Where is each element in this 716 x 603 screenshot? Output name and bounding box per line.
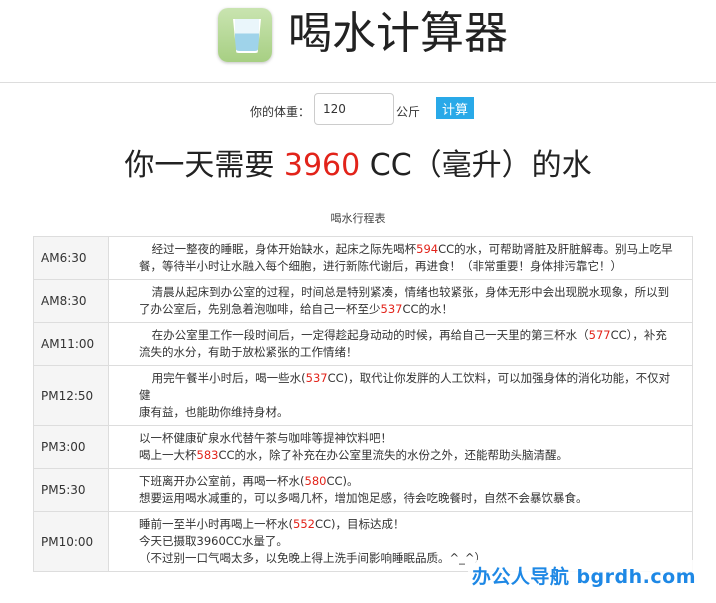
unit-label: 公斤 <box>396 105 421 119</box>
description-line: 康有益，也能助你维持身材。 <box>139 404 678 421</box>
weight-form: 你的体重： 公斤 计算 <box>0 93 716 127</box>
description-line: 喝上一大杯583CC的水，除了补充在办公室里流失的水份之外，还能帮助头脑清醒。 <box>139 447 678 464</box>
schedule-time: AM6:30 <box>33 236 109 280</box>
description-text: CC），补充 <box>610 328 667 342</box>
schedule-time: PM5:30 <box>33 468 109 512</box>
schedule-row: PM12:50 用完午餐半小时后，喝一些水(537CC)，取代让你发胖的人工饮料，… <box>33 365 693 426</box>
description-text: 以一杯健康矿泉水代替午茶与咖啡等提神饮料吧！ <box>139 431 392 445</box>
schedule-row: PM3:00 以一杯健康矿泉水代替午茶与咖啡等提神饮料吧！ 喝上一大杯583CC的水… <box>33 425 693 469</box>
schedule-row: AM11:00 在办公室里工作一段时间后，一定得趁起身动动的时候，再给自己一天里的… <box>33 322 693 366</box>
water-amount: 552 <box>293 517 315 531</box>
description-text: 下班离开办公室前，再喝一杯水( <box>139 474 305 488</box>
description-line: 以一杯健康矿泉水代替午茶与咖啡等提神饮料吧！ <box>139 430 678 447</box>
description-line: 睡前一至半小时再喝上一杯水(552CC)，目标达成！ <box>139 516 678 533</box>
description-text: 康有益，也能助你维持身材。 <box>139 405 289 419</box>
schedule-row: AM6:30 经过一整夜的睡眠，身体开始缺水，起床之际先喝杯594CC的水，可帮助… <box>33 236 693 280</box>
description-line: 餐，等待半小时让水融入每个细胞，进行新陈代谢后，再进食！（非常重要！身体排污靠它… <box>139 258 678 275</box>
schedule-title: 喝水行程表 <box>330 212 386 225</box>
water-amount: 580 <box>304 474 327 488</box>
schedule-description: 经过一整夜的睡眠，身体开始缺水，起床之际先喝杯594CC的水，可帮助肾脏及肝脏解… <box>108 236 693 280</box>
water-glass-icon <box>218 8 272 62</box>
description-line: 流失的水分，有助于放松紧张的工作情绪！ <box>139 344 678 361</box>
description-text: 在办公室里工作一段时间后，一定得趁起身动动的时候，再给自己一天里的第三杯水（ <box>151 328 589 342</box>
app-header: 喝水计算器 <box>0 0 716 83</box>
result-prefix: 你一天需要 <box>124 148 284 183</box>
weight-label: 你的体重： <box>250 105 311 119</box>
description-text: 睡前一至半小时再喝上一杯水( <box>139 517 293 531</box>
calculate-button[interactable]: 计算 <box>436 97 474 119</box>
description-line: 用完午餐半小时后，喝一些水(537CC)，取代让你发胖的人工饮料，可以加强身体的… <box>139 370 678 404</box>
description-text: 用完午餐半小时后，喝一些水( <box>151 371 306 385</box>
water-amount: 577 <box>588 328 611 342</box>
schedule-description: 以一杯健康矿泉水代替午茶与咖啡等提神饮料吧！ 喝上一大杯583CC的水，除了补充在… <box>108 425 693 469</box>
description-text: 喝上一大杯 <box>139 448 197 462</box>
schedule-table: AM6:30 经过一整夜的睡眠，身体开始缺水，起床之际先喝杯594CC的水，可帮助… <box>33 236 693 572</box>
description-line: 清晨从起床到办公室的过程，时间总是特别紧凑，情绪也较紧张，身体无形中会出现脱水现… <box>139 284 678 301</box>
watermark: 办公人导航 bgrdh.com <box>467 560 700 591</box>
result-amount: 3960 <box>283 148 361 183</box>
water-amount: 594 <box>416 242 439 256</box>
description-text: 了办公室后，先别急着泡咖啡，给自己一杯至少 <box>139 302 381 316</box>
description-text: CC的水，可帮助肾脏及肝脏解毒。别马上吃早 <box>438 242 673 256</box>
schedule-description: 用完午餐半小时后，喝一些水(537CC)，取代让你发胖的人工饮料，可以加强身体的… <box>108 365 693 426</box>
description-line: 在办公室里工作一段时间后，一定得趁起身动动的时候，再给自己一天里的第三杯水（57… <box>139 327 678 344</box>
description-text: 流失的水分，有助于放松紧张的工作情绪！ <box>139 345 358 359</box>
weight-input[interactable] <box>314 93 394 125</box>
description-line: 想要运用喝水减重的，可以多喝几杯，增加饱足感，待会吃晚餐时，自然不会暴饮暴食。 <box>139 490 678 507</box>
description-line: 今天已摄取3960CC水量了。 <box>139 533 678 550</box>
water-amount: 583 <box>196 448 219 462</box>
schedule-time: PM10:00 <box>33 511 109 572</box>
description-text: 餐，等待半小时让水融入每个细胞，进行新陈代谢后，再进食！（非常重要！身体排污靠它… <box>139 259 622 273</box>
description-text: CC的水，除了补充在办公室里流失的水份之外，还能帮助头脑清醒。 <box>218 448 569 462</box>
description-text: 经过一整夜的睡眠，身体开始缺水，起床之际先喝杯 <box>151 242 417 256</box>
description-line: 了办公室后，先别急着泡咖啡，给自己一杯至少537CC的水！ <box>139 301 678 318</box>
description-text: CC的水！ <box>402 302 454 316</box>
description-text: CC)。 <box>326 474 359 488</box>
schedule-time: PM3:00 <box>33 425 109 469</box>
description-text: 想要运用喝水减重的，可以多喝几杯，增加饱足感，待会吃晚餐时，自然不会暴饮暴食。 <box>139 491 588 505</box>
schedule-description: 在办公室里工作一段时间后，一定得趁起身动动的时候，再给自己一天里的第三杯水（57… <box>108 322 693 366</box>
result-text: 你一天需要 3960 CC（毫升）的水 <box>0 140 716 184</box>
schedule-row: PM5:30 下班离开办公室前，再喝一杯水(580CC)。 想要运用喝水减重的，可以… <box>33 468 693 512</box>
description-text: 清晨从起床到办公室的过程，时间总是特别紧凑，情绪也较紧张，身体无形中会出现脱水现… <box>151 285 670 299</box>
schedule-time: AM8:30 <box>33 279 109 323</box>
schedule-description: 清晨从起床到办公室的过程，时间总是特别紧凑，情绪也较紧张，身体无形中会出现脱水现… <box>108 279 693 323</box>
schedule-time: PM12:50 <box>33 365 109 426</box>
app-title: 喝水计算器 <box>288 8 508 59</box>
description-line: 经过一整夜的睡眠，身体开始缺水，起床之际先喝杯594CC的水，可帮助肾脏及肝脏解… <box>139 241 678 258</box>
description-text: （不过别一口气喝太多，以免晚上得上洗手间影响睡眠品质。^_^） <box>139 551 487 565</box>
schedule-description: 下班离开办公室前，再喝一杯水(580CC)。 想要运用喝水减重的，可以多喝几杯，增… <box>108 468 693 512</box>
description-line: 下班离开办公室前，再喝一杯水(580CC)。 <box>139 473 678 490</box>
description-text: 今天已摄取3960CC水量了。 <box>139 534 288 548</box>
water-amount: 537 <box>380 302 403 316</box>
schedule-time: AM11:00 <box>33 322 109 366</box>
result-suffix: CC（毫升）的水 <box>360 148 592 183</box>
description-text: CC)，目标达成！ <box>314 517 405 531</box>
schedule-row: AM8:30 清晨从起床到办公室的过程，时间总是特别紧凑，情绪也较紧张，身体无形中… <box>33 279 693 323</box>
water-amount: 537 <box>305 371 328 385</box>
